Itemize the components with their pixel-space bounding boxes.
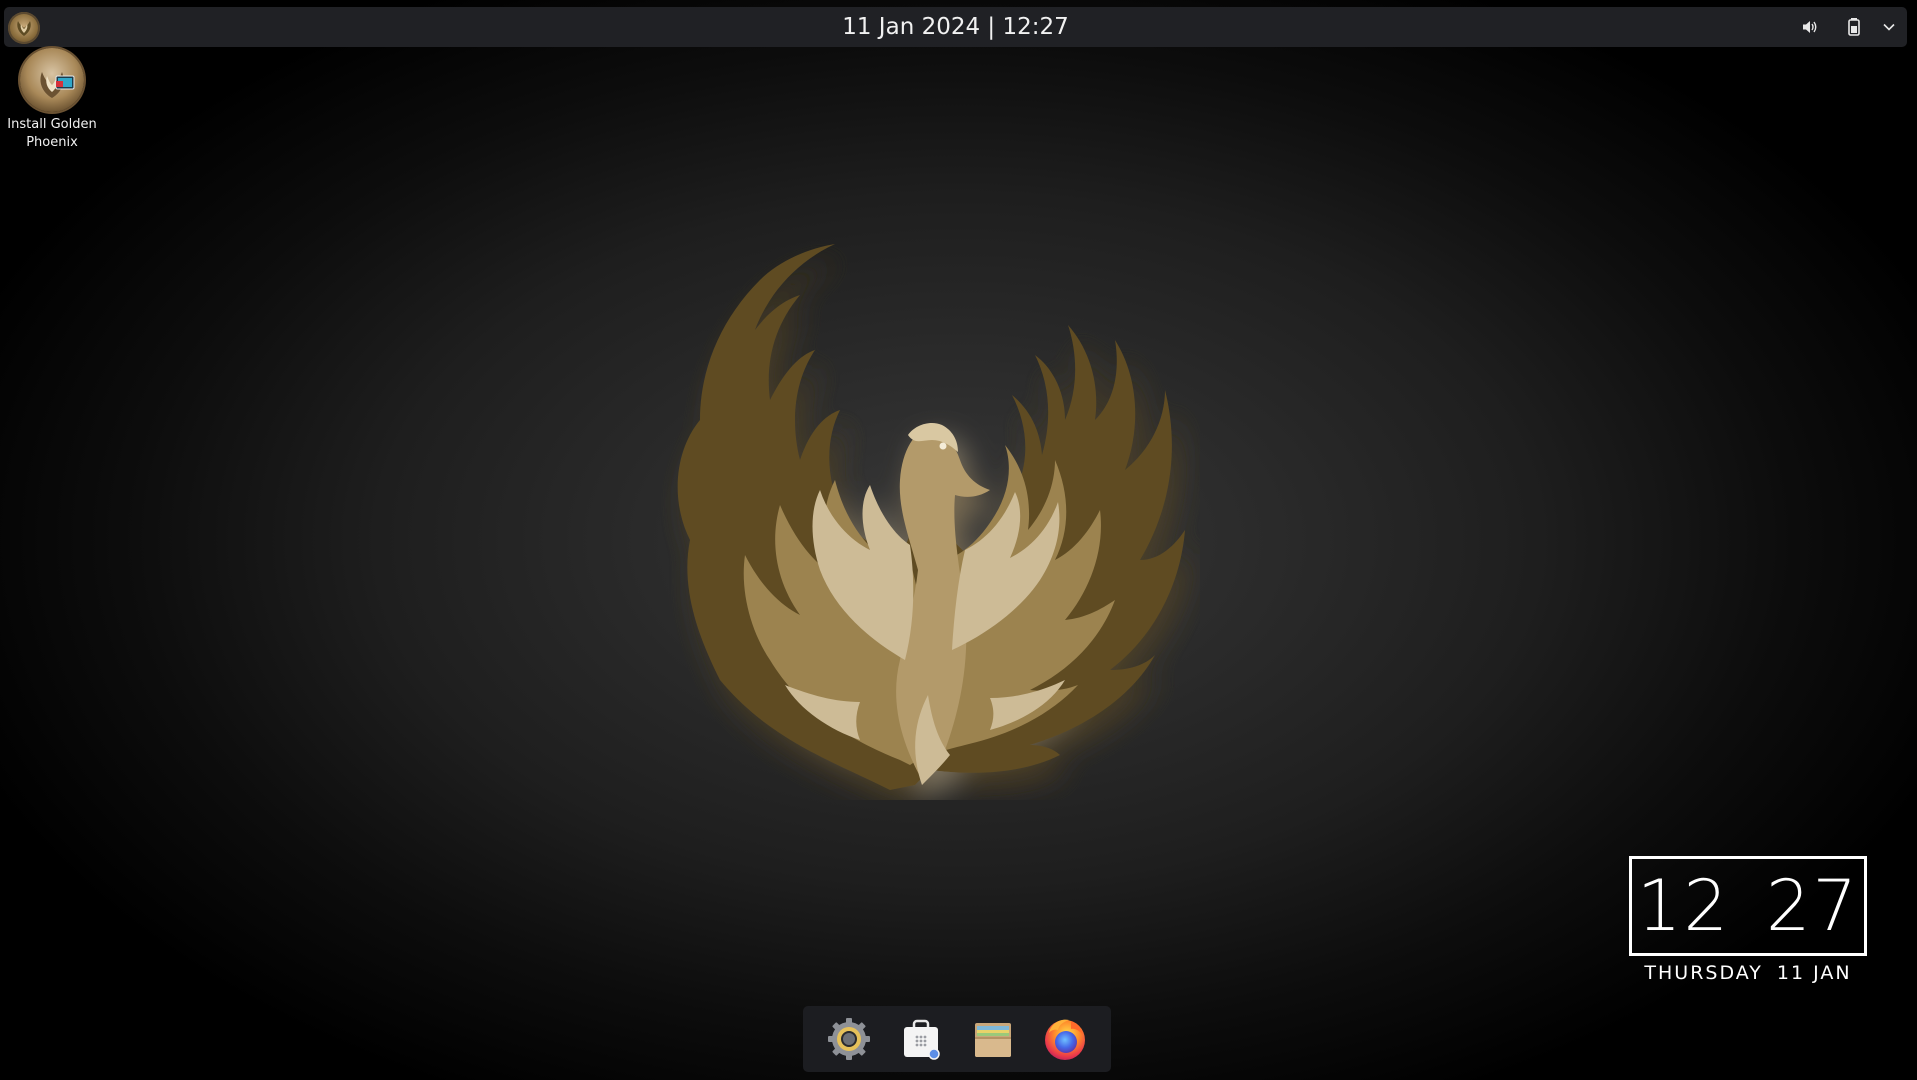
clock-weekday: THURSDAY xyxy=(1644,962,1763,984)
firefox-icon xyxy=(1045,1019,1085,1060)
desktop-icon-install-golden-phoenix[interactable]: Install Golden Phoenix xyxy=(4,48,100,152)
dock xyxy=(803,1006,1111,1072)
dock-item-settings[interactable] xyxy=(824,1014,874,1064)
clock-time-box: 12 27 xyxy=(1629,856,1867,956)
chevron-down-icon[interactable] xyxy=(1877,15,1901,39)
clock-day-month: 11 JAN xyxy=(1776,962,1852,984)
file-manager-icon xyxy=(975,1023,1011,1057)
gear-icon xyxy=(828,1018,870,1060)
volume-icon[interactable] xyxy=(1798,15,1822,39)
dock-item-files[interactable] xyxy=(968,1014,1018,1064)
battery-icon[interactable] xyxy=(1842,15,1866,39)
panel-clock[interactable]: 11 Jan 2024 | 12:27 xyxy=(4,7,1907,47)
clock-date: THURSDAY 11 JAN xyxy=(1629,962,1867,984)
phoenix-wallpaper-logo xyxy=(677,244,1185,790)
app-store-bag-icon xyxy=(904,1019,940,1060)
dock-item-software-store[interactable] xyxy=(896,1014,946,1064)
clock-hours: 12 xyxy=(1636,865,1730,947)
dock-item-firefox[interactable] xyxy=(1040,1014,1090,1064)
top-panel: 11 Jan 2024 | 12:27 xyxy=(4,7,1907,47)
desktop[interactable]: 11 Jan 2024 | 12:27 Install Golden Phoen… xyxy=(0,0,1917,1080)
clock-minutes: 27 xyxy=(1766,865,1860,947)
installer-icon xyxy=(20,48,84,112)
desktop-icon-label: Install Golden Phoenix xyxy=(7,117,97,150)
clock-widget: 12 27 THURSDAY 11 JAN xyxy=(1629,856,1867,984)
